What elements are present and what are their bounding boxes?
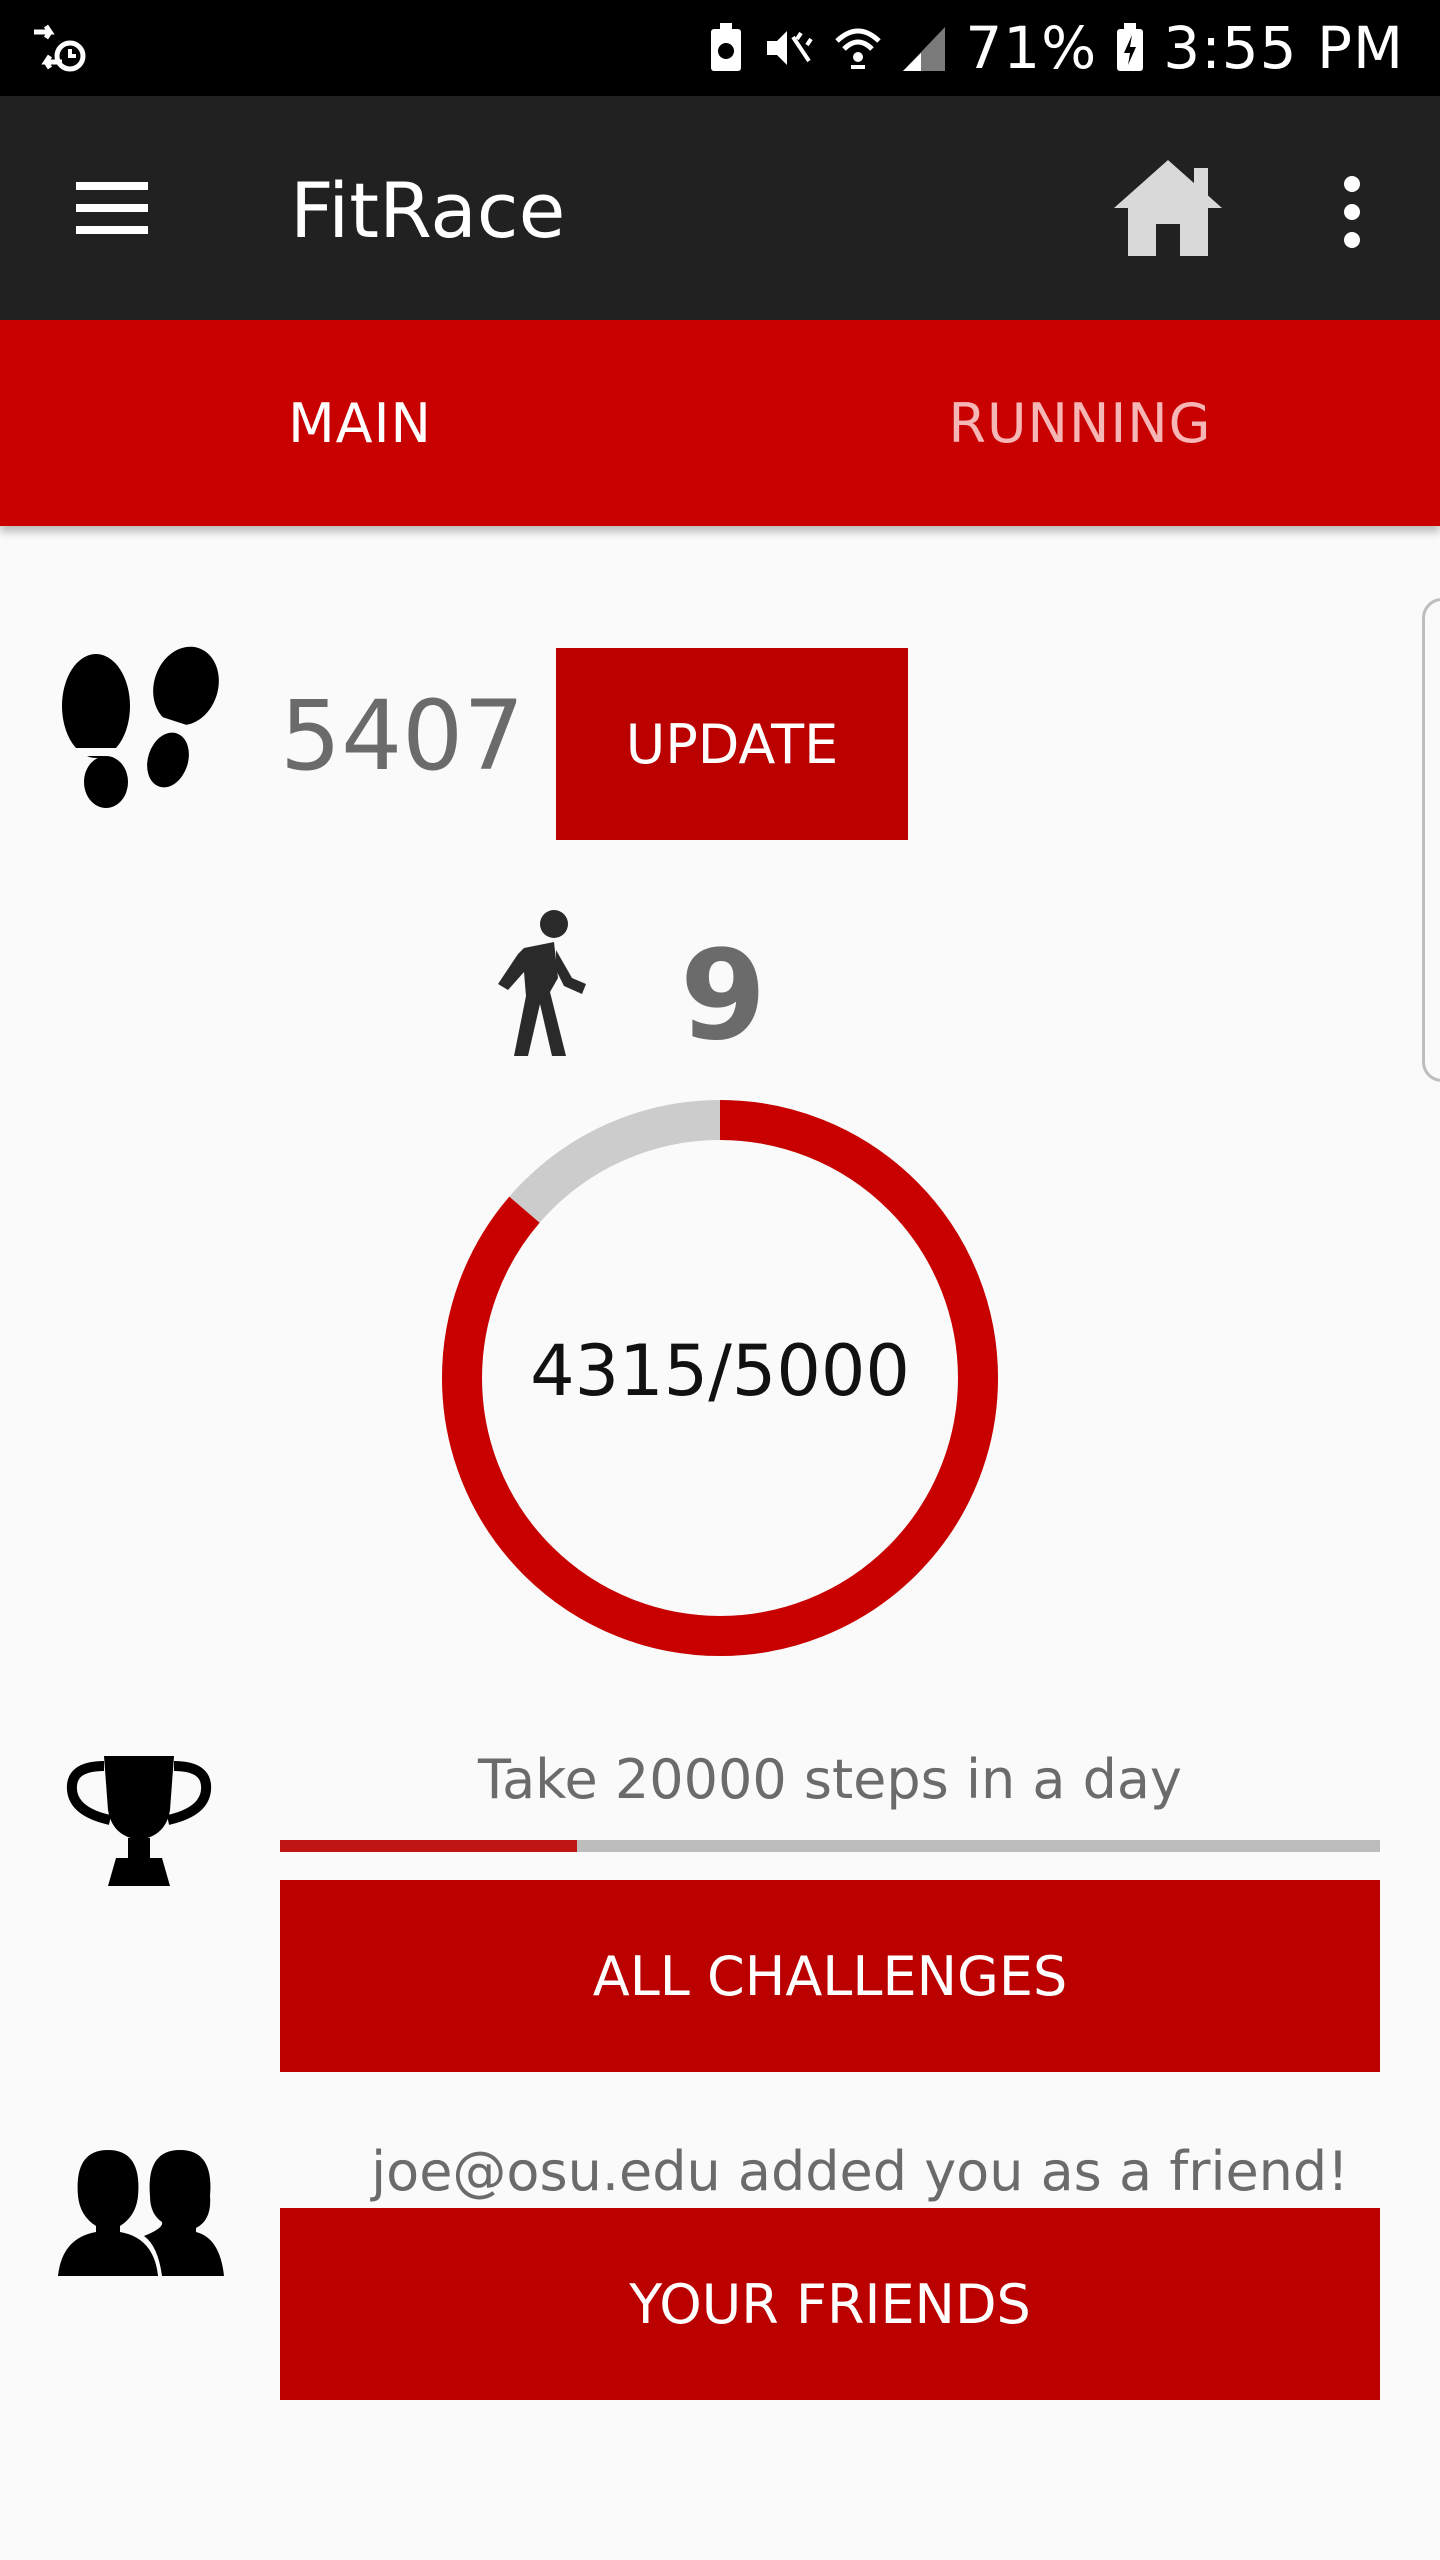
more-options-icon[interactable] — [1328, 174, 1376, 250]
level-number: 9 — [680, 924, 767, 1068]
vibrate-icon — [767, 31, 814, 65]
all-challenges-button[interactable]: ALL CHALLENGES — [280, 1880, 1380, 2072]
battery-percent: 71% — [965, 14, 1098, 82]
footprints-icon — [62, 646, 219, 808]
friends-icon — [58, 2150, 224, 2276]
wifi-icon — [835, 28, 882, 69]
tab-bar: MAIN RUNNING — [0, 320, 1440, 526]
update-button[interactable]: UPDATE — [556, 648, 908, 840]
walking-person-icon — [498, 910, 586, 1056]
tab-main[interactable]: MAIN — [0, 320, 720, 526]
app-title: FitRace — [290, 166, 566, 255]
cell-signal-icon — [903, 27, 946, 71]
edge-panel-handle[interactable] — [1422, 598, 1440, 1082]
goal-progress-text: 4315/5000 — [530, 1330, 910, 1412]
your-friends-button[interactable]: YOUR FRIENDS — [280, 2208, 1380, 2400]
challenge-progress-fill — [280, 1840, 577, 1852]
tab-running[interactable]: RUNNING — [720, 320, 1440, 526]
friend-notification: joe@osu.edu added you as a friend! — [371, 2140, 1349, 2203]
step-count: 5407 — [280, 680, 525, 792]
challenge-description: Take 20000 steps in a day — [478, 1748, 1182, 1811]
trophy-icon — [66, 1756, 212, 1886]
clock: 3:55 PM — [1163, 14, 1404, 82]
battery-charging-icon — [1117, 23, 1144, 71]
home-icon[interactable] — [1110, 156, 1226, 260]
challenge-progress-bar — [280, 1840, 1380, 1852]
menu-icon[interactable] — [76, 182, 148, 234]
status-bar: 71% 3:55 PM — [0, 0, 1440, 96]
data-saver-icon — [34, 24, 86, 72]
tab-indicator — [0, 518, 720, 526]
app-bar: FitRace — [0, 96, 1440, 320]
battery-saver-icon — [711, 23, 742, 71]
